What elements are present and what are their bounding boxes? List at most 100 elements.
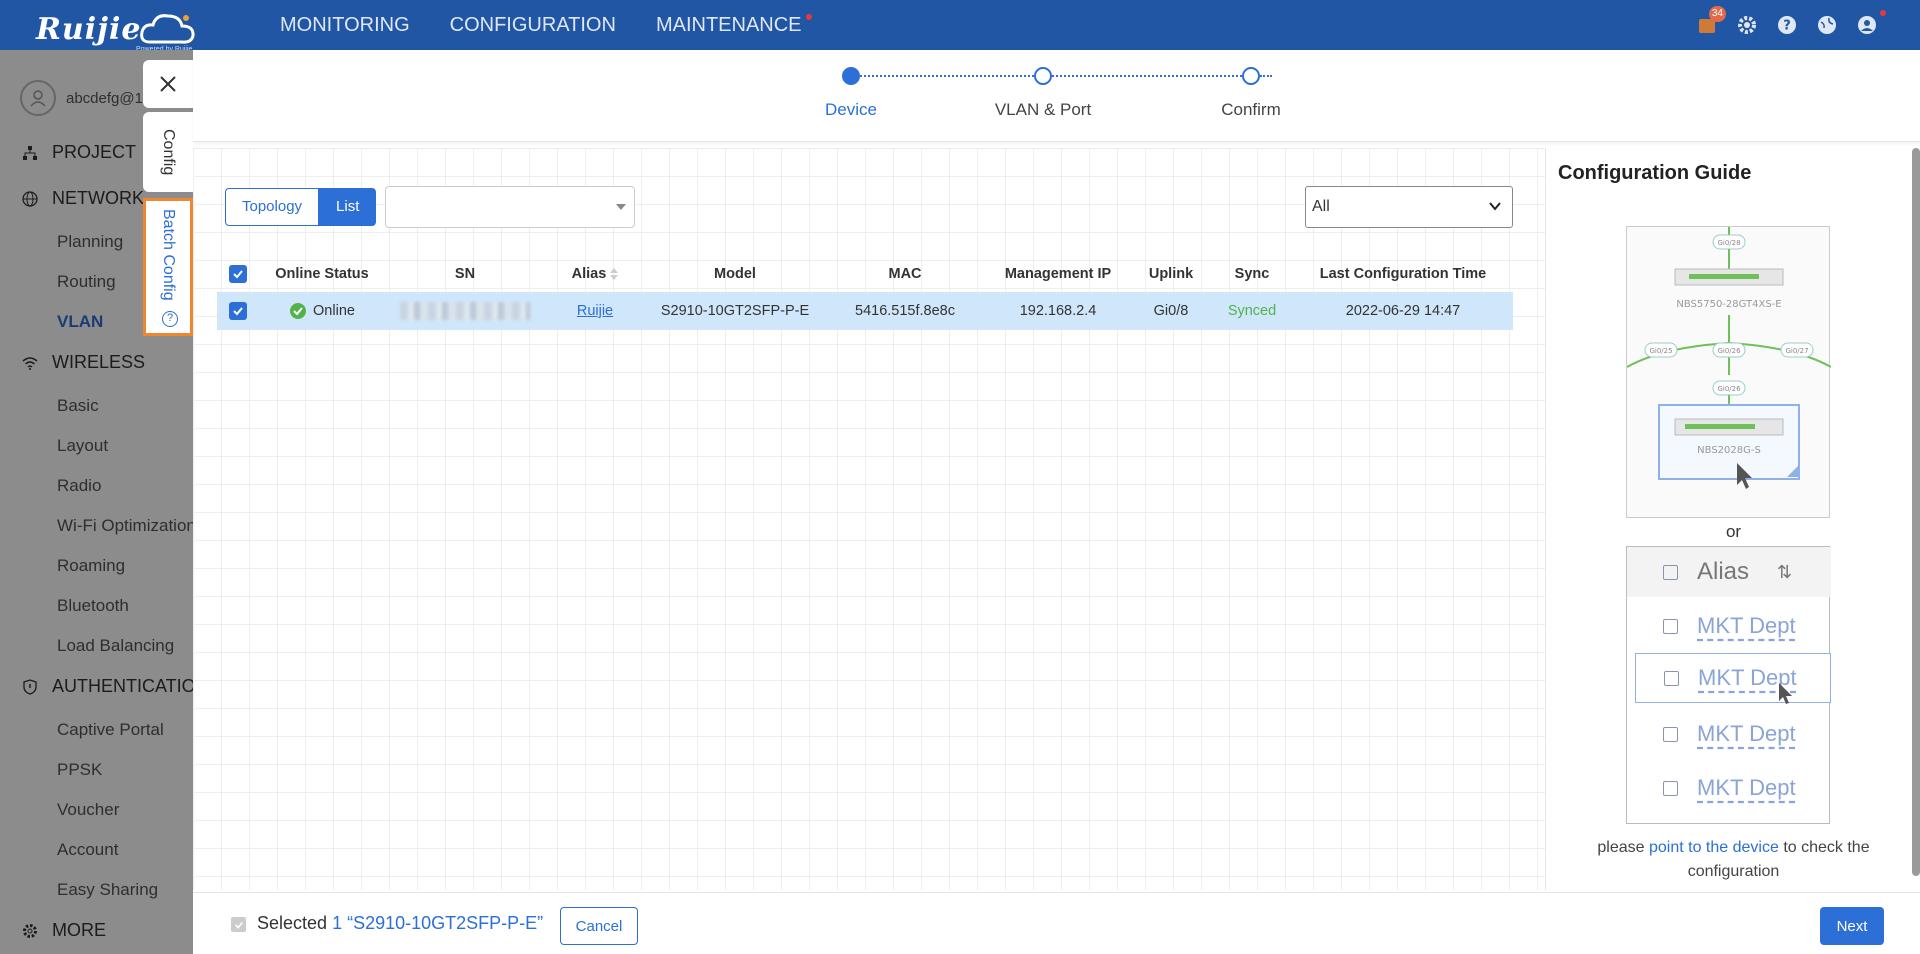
selected-device: “S2910-10GT2SFP-P-E” [347, 913, 544, 933]
blurred-serial-number [400, 302, 530, 320]
port-label: Gi0/26 [1717, 347, 1741, 355]
cell-model: S2910-10GT2SFP-P-E [660, 303, 810, 319]
list-illustration-header: Alias ⇅ [1627, 547, 1831, 597]
logo-text: Ruijie [36, 12, 142, 47]
svg-text:?: ? [1783, 19, 1791, 34]
cell-last-config-time: 2022-06-29 14:47 [1345, 303, 1461, 319]
step-connector [1260, 75, 1272, 77]
tab-config[interactable]: Config [143, 112, 193, 192]
check-icon [234, 921, 243, 929]
device-table: Online Status SN Alias Model MAC Managem… [217, 256, 1513, 330]
table-header: Online Status SN Alias Model MAC Managem… [217, 256, 1513, 292]
list-illustration-item: MKT Dept [1627, 601, 1831, 651]
step-connector [1052, 75, 1242, 77]
cell-sn [385, 292, 545, 330]
status-filter-select[interactable]: All [1305, 186, 1513, 228]
notification-dot [805, 13, 812, 20]
help-circle-icon[interactable]: ? [162, 311, 178, 327]
point-to-device-link[interactable]: point to the device [1649, 839, 1779, 856]
drawer-footer: Selected 1 “S2910-10GT2SFP-P-E” Cancel N… [193, 892, 1920, 954]
list-illustration-item: MKT Dept [1627, 763, 1831, 813]
port-label: Gi0/28 [1717, 239, 1740, 247]
close-drawer-button[interactable] [143, 60, 193, 108]
step-dot-device [842, 67, 860, 85]
tab-batch-config-label: Batch Config [160, 209, 177, 301]
list-illustration-item-hover: MKT Dept [1635, 653, 1831, 704]
sort-icon: ⇅ [1777, 561, 1793, 582]
header-online-status: Online Status [275, 266, 369, 282]
guide-list-illustration: Alias ⇅ MKT Dept MKT Dept MKT Dept MKT D… [1626, 546, 1831, 824]
selected-checkbox [231, 917, 246, 932]
port-label: Gi0/25 [1649, 347, 1672, 355]
check-icon [233, 270, 243, 279]
user-account-icon[interactable] [1854, 10, 1886, 38]
status-filter-value: All [1312, 198, 1330, 215]
tab-config-label: Config [160, 128, 177, 176]
cell-online-status: Online [259, 292, 385, 330]
batch-config-drawer: Device VLAN & Port Confirm Topology List… [193, 50, 1920, 954]
header-last-config-time: Last Configuration Time [1319, 266, 1487, 282]
help-icon[interactable]: ? [1774, 12, 1800, 38]
port-label: Gi0/26 [1717, 385, 1741, 393]
check-icon [233, 307, 243, 316]
guide-scrollbar[interactable] [1912, 148, 1920, 876]
list-illustration-item: MKT Dept [1627, 709, 1831, 759]
stepper: Device VLAN & Port Confirm [193, 50, 1920, 142]
selected-summary: Selected 1 “S2910-10GT2SFP-P-E” [257, 913, 544, 933]
cell-alias: Ruijie [545, 292, 645, 330]
configuration-guide-panel: Configuration Guide Gi0/28 NBS5750-28GT4… [1545, 148, 1920, 890]
header-model: Model [714, 266, 756, 282]
device-list-area: Topology List All Online Status SN Alias [193, 148, 1545, 890]
sort-icon [610, 268, 619, 280]
step-dot-vlan-port [1034, 67, 1052, 85]
guide-or-label: or [1725, 522, 1742, 541]
guide-title: Configuration Guide [1558, 162, 1752, 184]
row-checkbox[interactable] [217, 292, 259, 330]
cell-uplink: Gi0/8 [1153, 303, 1189, 319]
ruijie-logo[interactable]: Ruijie Powered by Ruijie [36, 8, 196, 53]
header-management-ip: Management IP [1004, 266, 1112, 282]
settings-gear-icon[interactable] [1734, 12, 1760, 38]
language-globe-icon[interactable] [1814, 12, 1840, 38]
step-label-confirm: Confirm [1221, 100, 1281, 119]
header-mac: MAC [888, 266, 922, 282]
nav-configuration[interactable]: CONFIGURATION [450, 14, 616, 37]
tab-batch-config[interactable]: Batch Config ? [143, 198, 193, 336]
list-view-button[interactable]: List [319, 188, 377, 226]
step-label-device: Device [825, 100, 877, 119]
alias-link[interactable]: Ruijie [577, 303, 613, 319]
header-sn: SN [454, 266, 476, 282]
cell-management-ip: 192.168.2.4 [1019, 303, 1097, 319]
cancel-button[interactable]: Cancel [560, 907, 638, 945]
device-group-dropdown[interactable] [385, 186, 635, 228]
nav-monitoring[interactable]: MONITORING [280, 14, 410, 37]
view-toggle: Topology List [225, 188, 377, 226]
notification-icon[interactable]: 34 [1694, 6, 1726, 38]
caret-down-icon [616, 204, 626, 210]
cursor-pointer-icon [1779, 683, 1792, 704]
step-connector [860, 75, 1034, 77]
close-icon [160, 76, 176, 92]
top-navigation-bar: Ruijie Powered by Ruijie MONITORING CONF… [0, 0, 1920, 53]
header-sync: Sync [1234, 266, 1270, 282]
switch-label: NBS5750-28GT4XS-E [1676, 299, 1781, 310]
nav-maintenance[interactable]: MAINTENANCE [656, 13, 812, 37]
online-check-circle-icon [290, 303, 307, 319]
account-dot [1880, 10, 1886, 16]
chevron-down-icon [1489, 202, 1501, 211]
cell-mac: 5416.515f.8e8c [855, 303, 955, 319]
cell-sync: Synced [1227, 303, 1277, 319]
selected-count: 1 [332, 913, 343, 933]
notification-badge: 34 [1708, 6, 1726, 22]
cloud-logo-icon [140, 14, 195, 44]
next-button[interactable]: Next [1820, 907, 1884, 945]
select-all-checkbox[interactable] [217, 256, 259, 292]
guide-topology-illustration: Gi0/28 NBS5750-28GT4XS-E Gi0/25 Gi0/26 G… [1626, 226, 1832, 518]
table-row[interactable]: Online Ruijie S2910-10GT2SFP-P-E 5416.51… [217, 292, 1513, 330]
switch-label: NBS2028G-S [1697, 445, 1761, 456]
port-label: Gi0/27 [1785, 347, 1808, 355]
topology-view-button[interactable]: Topology [225, 188, 320, 226]
header-alias[interactable]: Alias [545, 256, 645, 292]
guide-note: please point to the device to check the … [1597, 839, 1870, 880]
step-label-vlan-port: VLAN & Port [994, 100, 1092, 119]
